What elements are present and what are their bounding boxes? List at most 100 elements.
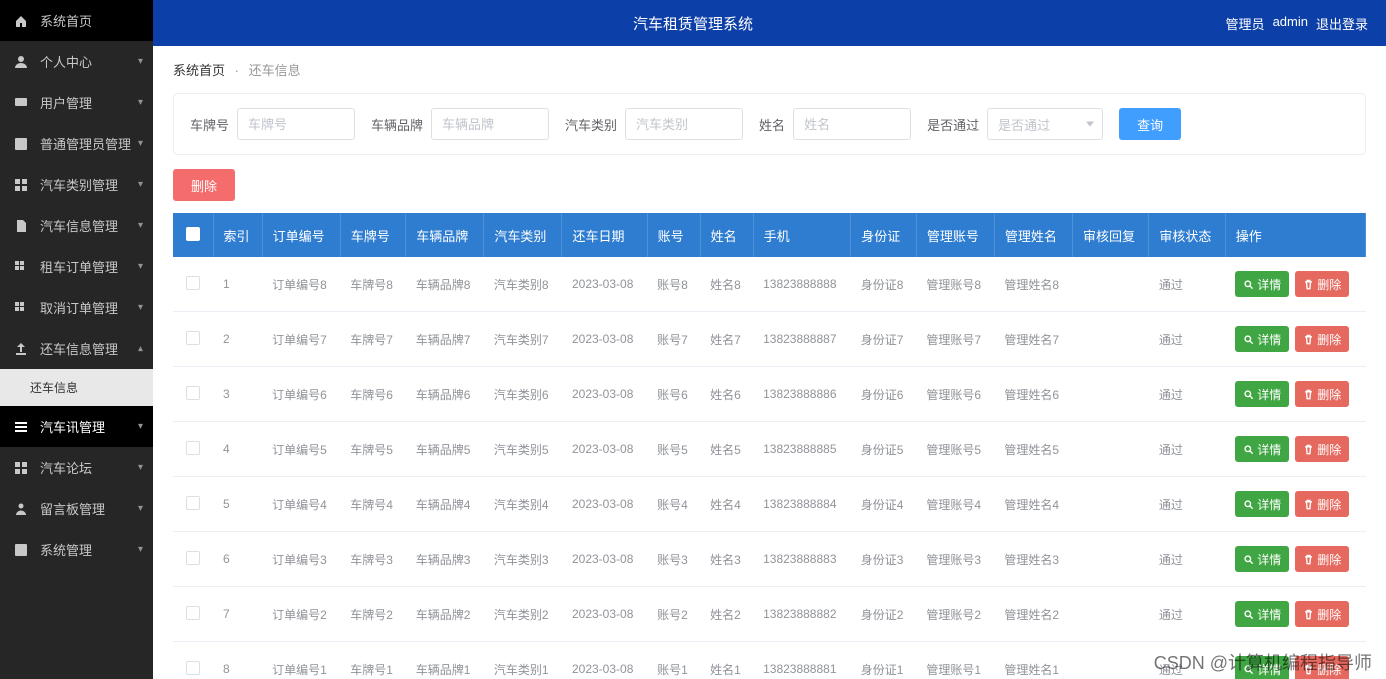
search-button[interactable]: 查询	[1119, 108, 1181, 140]
table-row: 2订单编号7车牌号7车辆品牌7汽车类别72023-03-08账号7姓名71382…	[173, 312, 1366, 367]
row-checkbox[interactable]	[186, 276, 200, 290]
row-delete-button[interactable]: 删除	[1295, 271, 1349, 297]
row-checkbox[interactable]	[186, 496, 200, 510]
cell: 汽车类别3	[484, 532, 562, 587]
sidebar-item-8[interactable]: 还车信息管理▾	[0, 328, 153, 369]
cell: 车辆品牌5	[406, 422, 484, 477]
col-header: 管理姓名	[994, 213, 1072, 257]
row-delete-button[interactable]: 删除	[1295, 546, 1349, 572]
cell	[1073, 587, 1149, 642]
cell: 身份证4	[851, 477, 917, 532]
filter-name-input[interactable]	[793, 108, 911, 140]
sidebar-item-6[interactable]: 租车订单管理▾	[0, 246, 153, 287]
sidebar-item-11[interactable]: 留言板管理▾	[0, 488, 153, 529]
select-all-checkbox[interactable]	[186, 227, 200, 241]
cell: 账号1	[647, 642, 700, 679]
cell: 订单编号1	[262, 642, 340, 679]
cell: 车牌号6	[340, 367, 406, 422]
cell: 车辆品牌8	[406, 257, 484, 312]
chevron-down-icon: ▾	[138, 138, 143, 149]
row-delete-button[interactable]: 删除	[1295, 491, 1349, 517]
cell: 管理账号7	[916, 312, 994, 367]
sidebar-item-label: 个人中心	[40, 52, 92, 71]
sidebar-item-2[interactable]: 用户管理 ▾	[0, 82, 153, 123]
user-role: 管理员	[1226, 14, 1265, 33]
user-icon	[12, 53, 30, 71]
chevron-down-icon: ▾	[138, 97, 143, 108]
cell: 车牌号5	[340, 422, 406, 477]
cell: 1	[213, 257, 262, 312]
col-header: 管理账号	[916, 213, 994, 257]
detail-button[interactable]: 详情	[1235, 381, 1289, 407]
sidebar-item-4[interactable]: 汽车类别管理▾	[0, 164, 153, 205]
detail-button[interactable]: 详情	[1235, 271, 1289, 297]
cell: 3	[213, 367, 262, 422]
sidebar-item-label: 租车订单管理	[40, 257, 118, 276]
detail-button[interactable]: 详情	[1235, 436, 1289, 462]
detail-button[interactable]: 详情	[1235, 546, 1289, 572]
table-row: 5订单编号4车牌号4车辆品牌4汽车类别42023-03-08账号4姓名41382…	[173, 477, 1366, 532]
sidebar-item-10[interactable]: 汽车论坛 ▾	[0, 447, 153, 488]
row-checkbox[interactable]	[186, 661, 200, 675]
chevron-down-icon: ▾	[138, 220, 143, 231]
cell: 13823888882	[753, 587, 851, 642]
data-table: 索引订单编号车牌号车辆品牌汽车类别还车日期账号姓名手机身份证管理账号管理姓名审核…	[173, 213, 1366, 679]
filter-pass-select[interactable]: 是否通过	[987, 108, 1103, 140]
cell: 姓名8	[700, 257, 753, 312]
row-checkbox[interactable]	[186, 386, 200, 400]
col-header: 车辆品牌	[406, 213, 484, 257]
filter-plate-input[interactable]	[237, 108, 355, 140]
cell: 2023-03-08	[562, 312, 647, 367]
sidebar-item-5[interactable]: 汽车信息管理▾	[0, 205, 153, 246]
cell: 车牌号3	[340, 532, 406, 587]
row-checkbox[interactable]	[186, 441, 200, 455]
col-header: 索引	[213, 213, 262, 257]
row-delete-button[interactable]: 删除	[1295, 601, 1349, 627]
cell: 通过	[1149, 587, 1225, 642]
row-checkbox[interactable]	[186, 551, 200, 565]
sidebar-item-label: 汽车论坛	[40, 458, 92, 477]
sidebar-item-7[interactable]: 取消订单管理▾	[0, 287, 153, 328]
filter-brand-input[interactable]	[431, 108, 549, 140]
cell: 姓名4	[700, 477, 753, 532]
cell: 姓名6	[700, 367, 753, 422]
sidebar-item-0[interactable]: 系统首页	[0, 0, 153, 41]
upload-icon	[12, 340, 30, 358]
cell: 13823888884	[753, 477, 851, 532]
logout-link[interactable]: 退出登录	[1316, 14, 1368, 33]
filter-type-input[interactable]	[625, 108, 743, 140]
col-header: 姓名	[700, 213, 753, 257]
row-checkbox[interactable]	[186, 331, 200, 345]
col-header: 汽车类别	[484, 213, 562, 257]
detail-button[interactable]: 详情	[1235, 656, 1289, 679]
detail-button[interactable]: 详情	[1235, 326, 1289, 352]
file-icon	[12, 217, 30, 235]
col-header: 手机	[753, 213, 851, 257]
sidebar-item-12[interactable]: 系统管理▾	[0, 529, 153, 570]
filter-name-label: 姓名	[759, 115, 785, 134]
sidebar-item-1[interactable]: 个人中心▾	[0, 41, 153, 82]
row-delete-button[interactable]: 删除	[1295, 656, 1349, 679]
detail-button[interactable]: 详情	[1235, 601, 1289, 627]
sidebar-subitem[interactable]: 还车信息	[0, 369, 153, 406]
tiles-icon	[12, 299, 30, 317]
cell: 身份证8	[851, 257, 917, 312]
breadcrumb-home[interactable]: 系统首页	[173, 63, 225, 78]
cell: 账号2	[647, 587, 700, 642]
cell: 姓名7	[700, 312, 753, 367]
cell: 管理姓名8	[994, 257, 1072, 312]
cell: 车辆品牌4	[406, 477, 484, 532]
chevron-down-icon: ▾	[138, 462, 143, 473]
cell: 订单编号6	[262, 367, 340, 422]
sidebar-item-label: 用户管理	[40, 93, 92, 112]
col-header: 审核状态	[1149, 213, 1225, 257]
sidebar-item-9[interactable]: 汽车讯管理▾	[0, 406, 153, 447]
sidebar-item-3[interactable]: 普通管理员管理▾	[0, 123, 153, 164]
row-checkbox[interactable]	[186, 606, 200, 620]
bulk-delete-button[interactable]: 删除	[173, 169, 235, 201]
cell: 汽车类别2	[484, 587, 562, 642]
detail-button[interactable]: 详情	[1235, 491, 1289, 517]
row-delete-button[interactable]: 删除	[1295, 381, 1349, 407]
row-delete-button[interactable]: 删除	[1295, 326, 1349, 352]
row-delete-button[interactable]: 删除	[1295, 436, 1349, 462]
